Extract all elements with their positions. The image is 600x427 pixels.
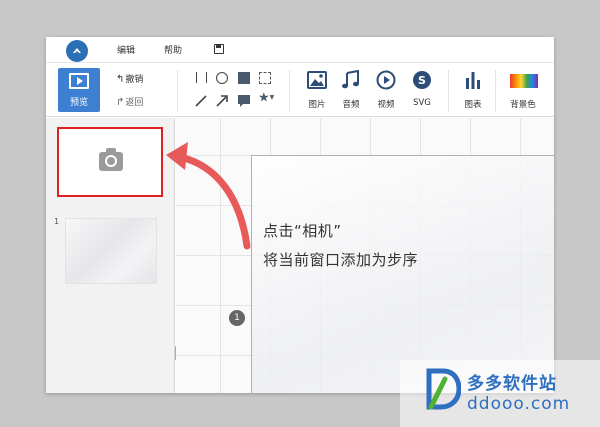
watermark-cn: 多多软件站 <box>467 374 557 394</box>
annotation-line-2: 将当前窗口添加为步序 <box>263 251 419 269</box>
watermark-en: ddooo.com <box>467 394 571 414</box>
annotation-line-1: 点击“相机” <box>263 222 342 240</box>
watermark-logo-icon <box>426 368 461 410</box>
watermark: 多多软件站 ddooo.com <box>400 360 600 427</box>
